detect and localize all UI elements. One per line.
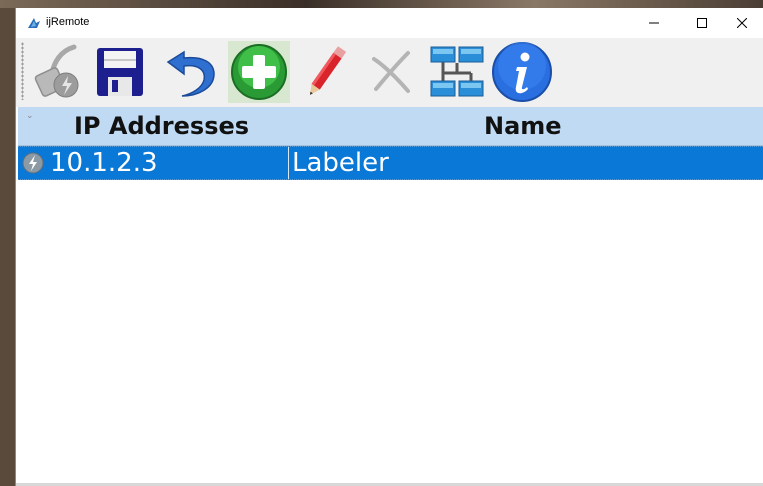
floppy-disk-icon bbox=[97, 48, 143, 96]
network-cable-icon bbox=[34, 44, 79, 98]
column-header-name[interactable]: Name bbox=[484, 107, 562, 145]
add-button[interactable] bbox=[228, 41, 290, 103]
minimize-button[interactable] bbox=[632, 8, 676, 38]
app-logo-icon bbox=[28, 18, 40, 28]
lightning-connection-icon bbox=[22, 152, 44, 174]
connect-button[interactable] bbox=[28, 41, 88, 103]
close-icon bbox=[737, 18, 747, 28]
red-pencil-icon bbox=[309, 46, 347, 95]
sort-indicator-icon: ⌄ bbox=[26, 110, 34, 120]
toolbar bbox=[16, 38, 763, 107]
maximize-button[interactable] bbox=[680, 8, 724, 38]
cell-name: Labeler bbox=[292, 148, 389, 178]
info-button[interactable] bbox=[490, 41, 554, 103]
column-divider bbox=[288, 147, 289, 179]
table-header: ⌄ IP Addresses Name bbox=[18, 107, 763, 146]
save-button[interactable] bbox=[90, 41, 150, 103]
minimize-icon bbox=[649, 22, 659, 24]
toolbar-grip[interactable] bbox=[21, 42, 24, 100]
cell-ip: 10.1.2.3 bbox=[50, 148, 158, 178]
info-icon bbox=[492, 42, 552, 102]
column-header-ip[interactable]: IP Addresses bbox=[74, 107, 249, 145]
table-row[interactable]: 10.1.2.3 Labeler bbox=[18, 146, 763, 180]
network-topology-icon bbox=[430, 46, 484, 97]
delete-button[interactable] bbox=[364, 41, 418, 103]
gray-x-icon bbox=[372, 51, 410, 93]
app-window: ijRemote ⌄ IP Addresses Name 10.1.2.3 La… bbox=[15, 8, 763, 486]
network-button[interactable] bbox=[428, 41, 486, 103]
close-button[interactable] bbox=[720, 8, 763, 38]
undo-arrow-icon bbox=[166, 50, 215, 97]
edit-button[interactable] bbox=[300, 41, 352, 103]
maximize-icon bbox=[697, 18, 707, 28]
desktop-background bbox=[0, 0, 763, 8]
green-plus-icon bbox=[231, 44, 287, 100]
undo-button[interactable] bbox=[164, 41, 220, 103]
ip-table: ⌄ IP Addresses Name 10.1.2.3 Labeler bbox=[18, 107, 763, 483]
title-bar: ijRemote bbox=[16, 8, 763, 38]
window-title: ijRemote bbox=[46, 16, 90, 28]
